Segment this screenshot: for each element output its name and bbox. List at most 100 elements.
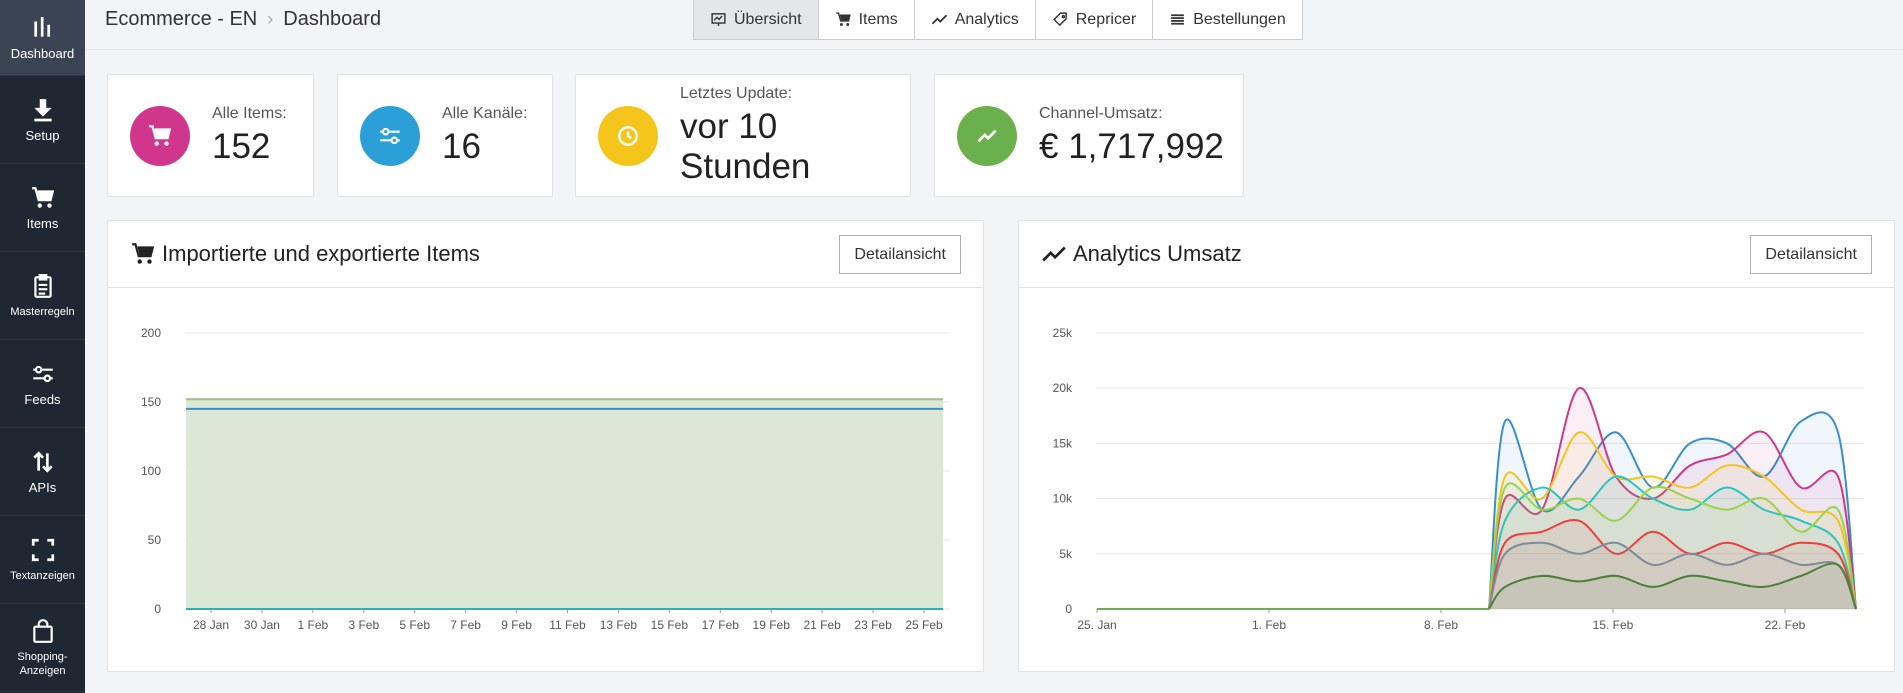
sidebar-item-dashboard[interactable]: Dashboard <box>0 0 85 76</box>
x-tick-label: 9 Feb <box>501 618 532 632</box>
x-tick-label: 8. Feb <box>1424 618 1458 632</box>
kpi-value: vor 10 Stunden <box>680 106 811 186</box>
sidebar-item-label: Textanzeigen <box>10 569 75 582</box>
x-tick-label: 1. Feb <box>1252 618 1286 632</box>
tab-items[interactable]: Items <box>819 0 915 39</box>
tab-label: Repricer <box>1075 10 1137 28</box>
kpi-value: € 1,717,992 <box>1039 126 1224 166</box>
y-tick-label: 25k <box>1053 326 1073 340</box>
tab-uebersicht[interactable]: Übersicht <box>694 0 819 39</box>
x-tick-label: 3 Feb <box>348 618 379 632</box>
kpi-icon-circle <box>360 105 420 166</box>
kpi-card-channel-revenue: Channel-Umsatz: € 1,717,992 <box>934 74 1244 197</box>
tab-label: Analytics <box>954 10 1019 28</box>
arrows-updown-icon <box>32 450 53 473</box>
x-tick-label: 17 Feb <box>702 618 740 632</box>
sliders-icon <box>380 127 400 144</box>
cart-icon <box>149 124 172 146</box>
x-tick-label: 19 Feb <box>753 618 791 632</box>
sidebar-item-label: Feeds <box>24 391 61 407</box>
y-tick-label: 150 <box>141 395 161 409</box>
tab-label: Bestellungen <box>1193 10 1286 28</box>
items-chart: 0 50 100 150 200 28 Jan 30 Jan 1 Feb 3 Feb 5 Feb 7… <box>141 326 950 632</box>
tab-bestellungen[interactable]: Bestellungen <box>1153 0 1302 39</box>
trend-icon <box>977 129 997 142</box>
tab-label: Übersicht <box>734 10 802 28</box>
tab-repricer[interactable]: Repricer <box>1036 0 1154 39</box>
kpi-icon-circle <box>957 105 1017 166</box>
y-tick-label: 0 <box>1065 602 1072 616</box>
y-tick-label: 10k <box>1053 492 1073 506</box>
x-tick-label: 28 Jan <box>193 618 229 632</box>
trend-icon <box>1042 246 1066 262</box>
panel-title: Analytics Umsatz <box>1073 241 1242 266</box>
sidebar-item-shopping-anzeigen[interactable]: Shopping-Anzeigen <box>0 604 85 692</box>
breadcrumb-project[interactable]: Ecommerce - EN <box>105 8 257 31</box>
analytics-chart-panel: Analytics Umsatz Detailansicht 0 5k 10k 15k… <box>1018 220 1895 672</box>
breadcrumb-page: Dashboard <box>283 8 382 30</box>
sidebar-item-label: Shopping-Anzeigen <box>17 650 68 677</box>
sidebar-item-setup[interactable]: Setup <box>0 76 85 164</box>
tab-analytics[interactable]: Analytics <box>915 0 1036 39</box>
cart-icon <box>31 186 54 208</box>
y-tick-label: 5k <box>1059 547 1073 561</box>
trend-icon <box>931 14 947 25</box>
sidebar-item-label: Masterregeln <box>10 305 75 318</box>
x-tick-label: 15. Feb <box>1593 618 1634 632</box>
view-nav: Übersicht Items Analytics Repricer Beste… <box>693 0 1303 40</box>
kpi-label: Letztes Update: <box>680 84 793 102</box>
sidebar-item-label: Dashboard <box>10 45 75 61</box>
sidebar: Dashboard Setup Items Masterregeln Feeds… <box>0 0 85 693</box>
detail-view-button[interactable]: Detailansicht <box>839 235 961 274</box>
sidebar-item-masterregeln[interactable]: Masterregeln <box>0 252 85 340</box>
download-icon <box>33 98 52 121</box>
presentation-chart-icon <box>711 13 726 26</box>
detail-view-button[interactable]: Detailansicht <box>1750 235 1872 274</box>
series-area <box>186 399 943 609</box>
y-tick-label: 200 <box>141 326 161 340</box>
cart-icon <box>132 243 155 264</box>
kpi-label: Channel-Umsatz: <box>1039 104 1163 122</box>
sidebar-item-feeds[interactable]: Feeds <box>0 340 85 428</box>
kpi-label: Alle Kanäle: <box>442 104 528 122</box>
y-tick-label: 15k <box>1053 436 1073 450</box>
bar-chart-icon <box>33 16 50 37</box>
clipboard-icon <box>33 273 52 298</box>
x-tick-label: 5 Feb <box>399 618 430 632</box>
kpi-label: Alle Items: <box>212 104 287 122</box>
sidebar-item-label: Setup <box>25 127 60 143</box>
x-tick-label: 1 Feb <box>298 618 329 632</box>
chevron-right-icon: › <box>267 9 274 29</box>
x-tick-label: 11 Feb <box>549 618 586 632</box>
x-tick-label: 30 Jan <box>244 618 280 632</box>
list-icon <box>1171 14 1185 25</box>
kpi-value: 152 <box>212 126 271 166</box>
kpi-icon-circle <box>130 105 190 166</box>
x-tick-label: 22. Feb <box>1765 618 1806 632</box>
kpi-card-channels: Alle Kanäle: 16 <box>337 74 553 197</box>
y-tick-label: 100 <box>141 464 161 478</box>
x-tick-label: 25 Feb <box>905 618 943 632</box>
sidebar-item-items[interactable]: Items <box>0 164 85 252</box>
clock-icon <box>618 125 638 146</box>
y-tick-label: 20k <box>1053 381 1073 395</box>
sidebar-item-textanzeigen[interactable]: Textanzeigen <box>0 516 85 604</box>
fullscreen-icon <box>31 538 54 561</box>
analytics-chart: 0 5k 10k 15k 20k 25k 25. Jan 1. Feb 8. Feb 15. Fe… <box>1053 326 1864 632</box>
x-tick-label: 15 Feb <box>651 618 689 632</box>
sidebar-item-label: Items <box>26 215 59 231</box>
x-tick-label: 21 Feb <box>803 618 841 632</box>
sidebar-item-label: APIs <box>28 479 57 495</box>
sliders-icon <box>32 365 53 382</box>
sidebar-item-apis[interactable]: APIs <box>0 428 85 516</box>
panel-title: Importierte und exportierte Items <box>162 241 480 266</box>
y-tick-label: 0 <box>154 602 161 616</box>
y-tick-label: 50 <box>148 533 162 547</box>
tab-label: Items <box>858 10 898 28</box>
kpi-value: 16 <box>442 126 481 166</box>
kpi-icon-circle <box>598 105 658 166</box>
x-tick-label: 25. Jan <box>1077 618 1116 632</box>
breadcrumb: Ecommerce - EN › Dashboard <box>105 8 381 31</box>
top-bar: Ecommerce - EN › Dashboard Übersicht Ite… <box>85 0 1903 50</box>
kpi-card-items: Alle Items: 152 <box>107 74 314 197</box>
